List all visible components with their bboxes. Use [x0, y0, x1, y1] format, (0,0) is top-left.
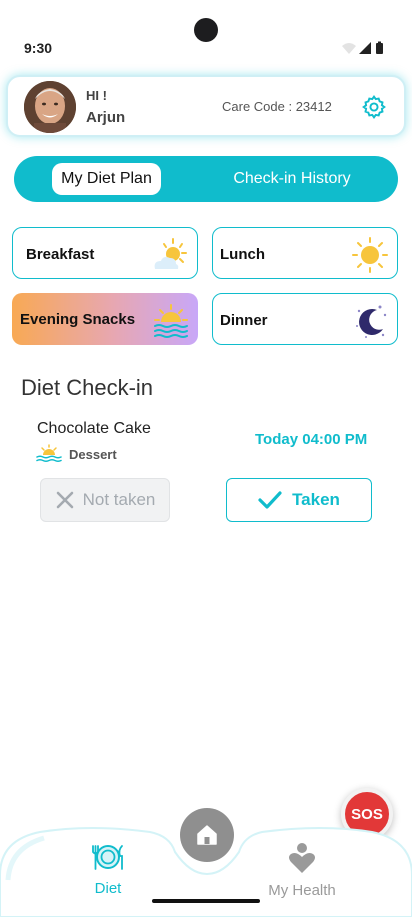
meal-label: Dinner [220, 312, 268, 329]
diet-tabs: My Diet Plan Check-in History [14, 156, 398, 202]
not-taken-label: Not taken [82, 490, 156, 509]
meal-label: Lunch [220, 246, 265, 263]
meal-card-evening-snacks[interactable]: Evening Snacks [12, 293, 198, 345]
greeting-text: HI ! [86, 88, 107, 103]
sun-cloud-icon [154, 238, 187, 269]
plate-utensils-icon [92, 845, 123, 870]
meal-card-dinner[interactable]: Dinner [212, 293, 398, 345]
not-taken-button[interactable]: Not taken [40, 478, 170, 522]
check-icon [258, 491, 282, 509]
wifi-icon [342, 43, 356, 54]
person-heart-icon [289, 843, 315, 873]
status-bar: 9:30 [0, 0, 412, 70]
tab-check-in-history[interactable]: Check-in History [220, 163, 364, 195]
sun-icon [352, 237, 388, 273]
taken-label: Taken [292, 490, 340, 509]
food-name: Chocolate Cake [37, 420, 151, 437]
nav-label-my-health: My Health [268, 882, 336, 899]
meal-card-breakfast[interactable]: Breakfast [12, 227, 198, 279]
tab-my-diet-plan[interactable]: My Diet Plan [52, 163, 161, 195]
home-icon [197, 825, 217, 845]
meal-label: Breakfast [26, 246, 95, 263]
gear-icon [362, 95, 386, 119]
meal-card-lunch[interactable]: Lunch [212, 227, 398, 279]
avatar-image [24, 81, 76, 133]
moon-stars-icon [356, 305, 387, 338]
sunset-icon [36, 444, 62, 462]
section-title: Diet Check-in [21, 375, 154, 400]
food-time: Today 04:00 PM [255, 431, 368, 448]
close-icon [56, 491, 73, 509]
nav-label-diet: Diet [94, 880, 122, 897]
user-name: Arjun [86, 109, 126, 126]
sunset-icon [154, 304, 188, 338]
nav-item-diet[interactable]: Diet [80, 842, 136, 897]
profile-card: HI ! Arjun Care Code : 23412 [6, 75, 406, 137]
nav-item-my-health[interactable]: My Health [254, 842, 350, 899]
battery-icon [376, 43, 383, 54]
signal-icon [359, 42, 371, 54]
camera-cutout [194, 18, 218, 42]
food-type: Dessert [69, 447, 117, 462]
home-indicator [152, 899, 260, 903]
meal-label: Evening Snacks [20, 311, 136, 328]
home-button[interactable] [180, 808, 234, 862]
taken-button[interactable]: Taken [226, 478, 372, 522]
settings-button[interactable] [356, 89, 392, 125]
avatar[interactable] [24, 81, 76, 133]
status-time: 9:30 [24, 40, 53, 56]
care-code: Care Code : 23412 [222, 99, 332, 114]
system-status-icons [342, 41, 383, 54]
